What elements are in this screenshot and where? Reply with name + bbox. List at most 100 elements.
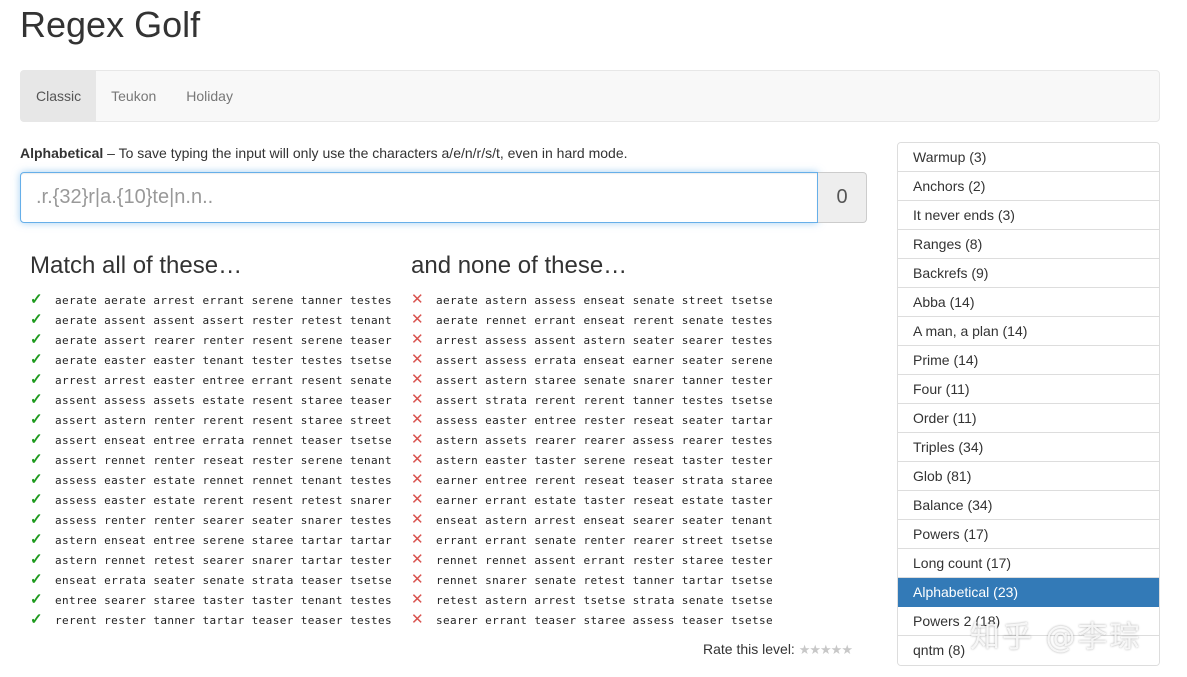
cross-icon: ✕ [411, 531, 424, 548]
word-row: ✓ aerate easter easter tenant tester test… [30, 350, 400, 370]
check-icon: ✓ [30, 391, 43, 408]
match-heading: Match all of these… [30, 252, 243, 279]
match-list: ✓ aerate aerate arrest errant serene tann… [30, 290, 400, 630]
word-row: ✓ aerate assent assent assert rester rete… [30, 310, 400, 330]
level-name: Alphabetical [20, 145, 104, 161]
word-row: ✕ aerate astern assess enseat senate stre… [411, 290, 781, 310]
word-list-text: aerate assert rearer renter resent seren… [55, 333, 393, 347]
cross-icon: ✕ [411, 611, 424, 628]
word-list-text: arrest arrest easter entree errant resen… [55, 373, 393, 387]
tab-classic[interactable]: Classic [21, 71, 97, 121]
word-list-text: aerate astern assess enseat senate stree… [436, 293, 774, 307]
cross-icon: ✕ [411, 391, 424, 408]
cross-icon: ✕ [411, 291, 424, 308]
word-list-text: astern easter taster serene reseat taste… [436, 453, 774, 467]
word-list-text: astern enseat entree serene staree tarta… [55, 533, 393, 547]
level-list: Warmup (3) Anchors (2) It never ends (3) Ra… [897, 142, 1160, 666]
word-row: ✓ assert enseat entree errata rennet teas… [30, 430, 400, 450]
rate-level: Rate this level: ★★★★★ [703, 641, 853, 658]
word-list-text: astern rennet retest searer snarer tarta… [55, 553, 393, 567]
level-item[interactable]: Ranges (8) [898, 230, 1159, 259]
word-list-text: assert strata rerent rerent tanner teste… [436, 393, 774, 407]
word-list-text: earner entree rerent reseat teaser strat… [436, 473, 774, 487]
word-list-text: assess easter estate rerent resent retes… [55, 493, 393, 507]
check-icon: ✓ [30, 491, 43, 508]
tab-holiday[interactable]: Holiday [171, 71, 248, 121]
word-list-text: aerate easter easter tenant tester teste… [55, 353, 393, 367]
word-row: ✓ enseat errata seater senate strata teas… [30, 570, 400, 590]
word-row: ✕ enseat astern arrest enseat searer seat… [411, 510, 781, 530]
word-list-text: aerate aerate arrest errant serene tanne… [55, 293, 393, 307]
check-icon: ✓ [30, 511, 43, 528]
regex-input[interactable] [20, 172, 818, 223]
word-list-text: assess easter estate rennet rennet tenan… [55, 473, 393, 487]
word-list-text: arrest assess assent astern seater seare… [436, 333, 774, 347]
word-list-text: assert enseat entree errata rennet tease… [55, 433, 393, 447]
word-row: ✓ aerate assert rearer renter resent sere… [30, 330, 400, 350]
score-display: 0 [818, 172, 867, 223]
page-title: Regex Golf [20, 4, 201, 45]
level-item[interactable]: Powers (17) [898, 520, 1159, 549]
word-list-text: enseat errata seater senate strata tease… [55, 573, 393, 587]
level-item[interactable]: Prime (14) [898, 346, 1159, 375]
word-row: ✓ astern enseat entree serene staree tart… [30, 530, 400, 550]
nonmatch-list: ✕ aerate astern assess enseat senate stre… [411, 290, 781, 630]
level-item[interactable]: Four (11) [898, 375, 1159, 404]
word-list-text: earner errant estate taster reseat estat… [436, 493, 774, 507]
level-item[interactable]: Triples (34) [898, 433, 1159, 462]
word-row: ✓ rerent rester tanner tartar teaser teas… [30, 610, 400, 630]
word-list-text: assert assess errata enseat earner seate… [436, 353, 774, 367]
cross-icon: ✕ [411, 471, 424, 488]
word-row: ✕ errant errant senate renter rearer stre… [411, 530, 781, 550]
star-rating[interactable]: ★★★★★ [799, 642, 853, 657]
word-row: ✕ assert strata rerent rerent tanner test… [411, 390, 781, 410]
level-item[interactable]: Long count (17) [898, 549, 1159, 578]
regex-input-group: 0 [20, 172, 867, 223]
word-row: ✓ assess renter renter searer seater snar… [30, 510, 400, 530]
word-row: ✕ aerate rennet errant enseat rerent sena… [411, 310, 781, 330]
word-list-text: assent assess assets estate resent stare… [55, 393, 393, 407]
word-row: ✕ rennet rennet assent errant rester star… [411, 550, 781, 570]
check-icon: ✓ [30, 371, 43, 388]
word-row: ✕ retest astern arrest tsetse strata sena… [411, 590, 781, 610]
level-item[interactable]: Balance (34) [898, 491, 1159, 520]
word-row: ✓ entree searer staree taster taster tena… [30, 590, 400, 610]
level-item[interactable]: Glob (81) [898, 462, 1159, 491]
check-icon: ✓ [30, 571, 43, 588]
word-row: ✕ astern easter taster serene reseat tast… [411, 450, 781, 470]
word-list-text: rennet rennet assent errant rester stare… [436, 553, 774, 567]
word-list-text: rerent rester tanner tartar teaser tease… [55, 613, 393, 627]
word-row: ✓ arrest arrest easter entree errant rese… [30, 370, 400, 390]
check-icon: ✓ [30, 411, 43, 428]
level-item[interactable]: Alphabetical (23) [898, 578, 1159, 607]
level-item[interactable]: Anchors (2) [898, 172, 1159, 201]
word-row: ✓ assess easter estate rennet rennet tena… [30, 470, 400, 490]
word-list-text: enseat astern arrest enseat searer seate… [436, 513, 774, 527]
word-row: ✕ searer errant teaser staree assess teas… [411, 610, 781, 630]
word-row: ✕ earner errant estate taster reseat esta… [411, 490, 781, 510]
word-row: ✕ assert astern staree senate snarer tann… [411, 370, 781, 390]
word-list-text: assert astern renter rerent resent stare… [55, 413, 393, 427]
level-item[interactable]: Abba (14) [898, 288, 1159, 317]
word-row: ✕ earner entree rerent reseat teaser stra… [411, 470, 781, 490]
level-item[interactable]: Warmup (3) [898, 143, 1159, 172]
word-row: ✓ assess easter estate rerent resent rete… [30, 490, 400, 510]
word-list-text: retest astern arrest tsetse strata senat… [436, 593, 774, 607]
word-row: ✕ assess easter entree rester reseat seat… [411, 410, 781, 430]
level-item[interactable]: Order (11) [898, 404, 1159, 433]
check-icon: ✓ [30, 611, 43, 628]
tab-teukon[interactable]: Teukon [96, 71, 171, 121]
word-row: ✕ astern assets rearer rearer assess rear… [411, 430, 781, 450]
level-item[interactable]: A man, a plan (14) [898, 317, 1159, 346]
cross-icon: ✕ [411, 591, 424, 608]
cross-icon: ✕ [411, 411, 424, 428]
check-icon: ✓ [30, 311, 43, 328]
cross-icon: ✕ [411, 311, 424, 328]
level-item[interactable]: Backrefs (9) [898, 259, 1159, 288]
cross-icon: ✕ [411, 511, 424, 528]
word-list-text: searer errant teaser staree assess tease… [436, 613, 774, 627]
word-list-text: assert astern staree senate snarer tanne… [436, 373, 774, 387]
level-item[interactable]: It never ends (3) [898, 201, 1159, 230]
cross-icon: ✕ [411, 371, 424, 388]
word-list-text: rennet snarer senate retest tanner tarta… [436, 573, 774, 587]
